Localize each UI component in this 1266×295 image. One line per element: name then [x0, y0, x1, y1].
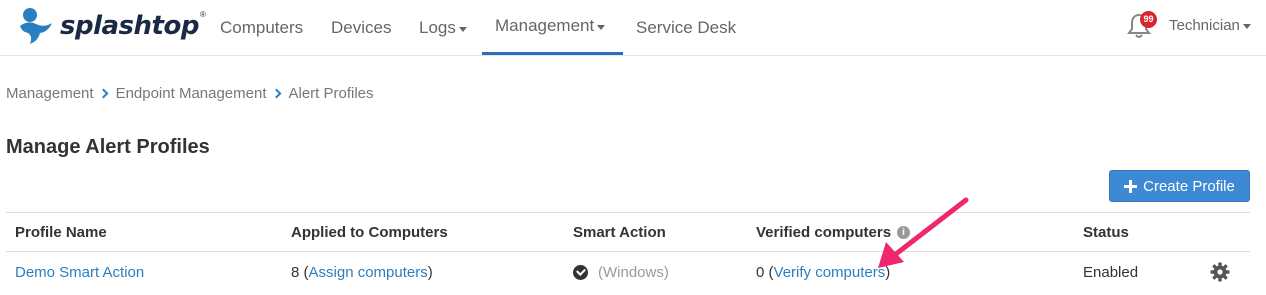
column-header-verified-label: Verified computers [756, 224, 892, 241]
splashtop-logo[interactable]: splashtop ® [14, 6, 206, 46]
smart-action-platform: (Windows) [598, 263, 669, 281]
column-header-profile-name[interactable]: Profile Name [15, 213, 107, 252]
brand-trademark: ® [199, 10, 206, 19]
nav-management-label: Management [495, 16, 595, 35]
column-header-smart-action[interactable]: Smart Action [573, 213, 666, 252]
gear-icon[interactable] [1210, 262, 1230, 282]
breadcrumb-management[interactable]: Management [6, 85, 94, 102]
column-header-verified[interactable]: Verified computers i [756, 213, 911, 252]
check-circle-icon [573, 264, 588, 280]
user-name: Technician [1169, 16, 1240, 34]
verified-cell: 0 (Verify computers) [756, 263, 891, 281]
column-header-applied[interactable]: Applied to Computers [291, 213, 448, 252]
notification-badge: 99 [1140, 11, 1157, 28]
create-profile-label: Create Profile [1143, 177, 1235, 195]
brand-name: splashtop [60, 11, 199, 41]
info-icon[interactable]: i [897, 226, 911, 239]
plus-icon [1124, 179, 1138, 193]
column-header-status[interactable]: Status [1083, 213, 1129, 252]
assign-computers-link[interactable]: Assign computers [309, 264, 428, 281]
top-navbar: splashtop ® Computers Devices Logs Manag… [0, 0, 1266, 56]
nav-logs-label: Logs [419, 18, 456, 37]
applied-cell: 8 (Assign computers) [291, 263, 433, 281]
user-menu[interactable]: Technician [1169, 0, 1251, 50]
breadcrumb-endpoint-management[interactable]: Endpoint Management [116, 85, 267, 102]
nav-service-desk[interactable]: Service Desk [636, 0, 736, 56]
page-title: Manage Alert Profiles [6, 136, 210, 158]
breadcrumb-alert-profiles: Alert Profiles [288, 84, 374, 102]
nav-computers-label: Computers [220, 18, 304, 37]
breadcrumb: Management Endpoint Management Alert Pro… [6, 84, 374, 102]
verified-count: 0 [756, 263, 765, 281]
table-row: Demo Smart Action 8 (Assign computers) (… [6, 252, 1250, 294]
chevron-down-icon [458, 26, 467, 32]
nav-service-desk-label: Service Desk [636, 18, 737, 37]
nav-devices[interactable]: Devices [331, 0, 391, 56]
table-header: Profile Name Applied to Computers Smart … [6, 212, 1250, 252]
profile-name-link[interactable]: Demo Smart Action [15, 264, 144, 281]
smart-action-cell: (Windows) [573, 252, 669, 292]
chevron-down-icon [1242, 23, 1251, 29]
status-text: Enabled [1083, 263, 1139, 281]
nav-logs[interactable]: Logs [419, 0, 467, 56]
splashtop-logo-icon [20, 8, 52, 44]
nav-devices-label: Devices [331, 18, 392, 37]
nav-management[interactable]: Management [482, 0, 623, 55]
nav-computers[interactable]: Computers [220, 0, 303, 56]
verify-computers-link[interactable]: Verify computers [774, 264, 886, 281]
chevron-down-icon [597, 24, 606, 30]
create-profile-button[interactable]: Create Profile [1109, 170, 1250, 202]
chevron-right-icon [98, 88, 109, 98]
applied-count: 8 [291, 263, 300, 281]
chevron-right-icon [271, 88, 281, 98]
alert-profiles-table: Profile Name Applied to Computers Smart … [6, 212, 1250, 294]
